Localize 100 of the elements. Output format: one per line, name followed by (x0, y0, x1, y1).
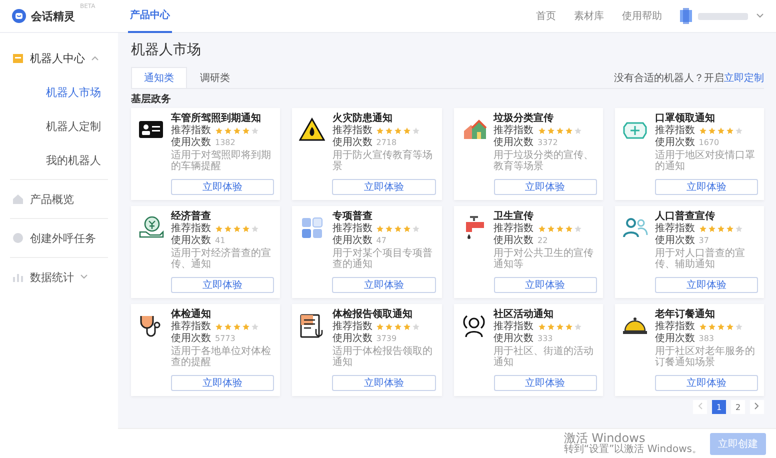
rating-label: 推荐指数 (332, 125, 372, 137)
rating-label: 推荐指数 (171, 321, 211, 333)
logo-text: 会话精灵 (31, 8, 75, 24)
card-title: 口罩领取通知 (654, 113, 716, 124)
page-button[interactable]: 1 (712, 400, 726, 414)
usage-label: 使用次数 (494, 333, 534, 345)
rating-label: 推荐指数 (654, 223, 695, 235)
group-icon (460, 313, 486, 338)
usage-count: 1382 (215, 137, 236, 149)
usage-label: 使用次数 (494, 137, 534, 149)
card-title: 卫生宣传 (494, 211, 534, 222)
card-title: 体检报告领取通知 (332, 309, 414, 320)
usage-label: 使用次数 (332, 137, 372, 149)
sidebar-subitem[interactable]: 机器人市场 (0, 75, 118, 109)
home-icon (12, 193, 24, 205)
try-button[interactable]: 立即体验 (171, 179, 274, 195)
chevron-up-icon (91, 55, 99, 61)
category-tab[interactable]: 通知类 (131, 67, 187, 88)
activation-title: 激活 Windows (564, 432, 646, 444)
report-icon (299, 313, 326, 338)
card-title: 社区活动通知 (494, 309, 554, 320)
card-description: 用于对公共卫生的宣传通知等 (494, 248, 594, 272)
usage-label: 使用次数 (171, 137, 211, 149)
card-description: 用于垃圾分类的宣传、教育等场景 (494, 150, 594, 174)
try-button[interactable]: 立即体验 (171, 375, 274, 391)
card-title: 人口普查宣传 (654, 211, 716, 222)
sidebar-item[interactable]: 产品概览 (0, 182, 118, 216)
card-description: 适用于地区对疫情口罩的通知 (654, 150, 756, 174)
people-icon (622, 215, 648, 240)
sidebar-subitem[interactable]: 机器人定制 (0, 109, 118, 143)
usage-count: 47 (376, 235, 386, 247)
rating-label: 推荐指数 (494, 321, 534, 333)
rating-label: 推荐指数 (332, 223, 372, 235)
try-button[interactable]: 立即体验 (654, 375, 758, 391)
try-button[interactable]: 立即体验 (494, 277, 597, 293)
money-hand-icon (138, 215, 164, 240)
nav-link[interactable]: 使用帮助 (622, 9, 662, 23)
card-description: 适用于对驾照即将到期的车辆提醒 (171, 150, 272, 174)
try-button[interactable]: 立即体验 (332, 277, 436, 293)
usage-count: 3739 (376, 333, 397, 345)
card-description: 适用于体检报告领取的通知 (332, 346, 434, 370)
try-button[interactable]: 立即体验 (332, 375, 436, 391)
usage-count: 41 (215, 235, 226, 247)
blocks-icon (299, 215, 326, 240)
usage-label: 使用次数 (332, 333, 372, 345)
usage-count: 333 (538, 333, 553, 345)
usage-label: 使用次数 (171, 235, 211, 247)
card-title: 经济普查 (171, 211, 212, 222)
rating-label: 推荐指数 (171, 223, 211, 235)
try-button[interactable]: 立即体验 (332, 179, 436, 195)
usage-label: 使用次数 (654, 235, 695, 247)
usage-label: 使用次数 (654, 333, 695, 345)
usage-count: 3372 (538, 137, 558, 149)
usage-count: 5773 (215, 333, 236, 345)
try-button[interactable]: 立即体验 (494, 375, 597, 391)
chevron-down-icon[interactable] (756, 13, 764, 19)
try-button[interactable]: 立即体验 (654, 179, 758, 195)
card-description: 适用于对经济普查的宣传、通知 (171, 248, 272, 272)
chevron-left-icon (697, 402, 703, 410)
try-button[interactable]: 立即体验 (654, 277, 758, 293)
card-title: 专项普查 (332, 211, 374, 222)
page-button[interactable]: 2 (731, 400, 745, 414)
sidebar-subitem[interactable]: 我的机器人 (0, 143, 118, 177)
nav-tab[interactable]: 产品中心 (128, 0, 172, 32)
rating-label: 推荐指数 (654, 125, 695, 137)
usage-label: 使用次数 (654, 137, 695, 149)
section-title: 基层政务 (131, 92, 172, 106)
prev-page-button[interactable] (693, 400, 707, 414)
card-title: 老年订餐通知 (654, 309, 716, 320)
fire-warning-icon (299, 117, 326, 142)
next-page-button[interactable] (750, 400, 764, 414)
rating-label: 推荐指数 (654, 321, 695, 333)
nav-link[interactable]: 首页 (536, 9, 556, 23)
sidebar-item[interactable]: 创建外呼任务 (0, 221, 118, 255)
user-avatar[interactable] (680, 8, 750, 24)
usage-count: 1670 (698, 137, 720, 149)
try-button[interactable]: 立即体验 (494, 179, 597, 195)
logo-icon (12, 9, 26, 23)
sidebar-item[interactable]: 机器人中心 (0, 41, 118, 75)
card-description: 用于社区、街道的活动通知 (494, 346, 594, 370)
chevron-down-icon (80, 274, 88, 280)
card-title: 垃圾分类宣传 (494, 113, 554, 124)
try-button[interactable]: 立即体验 (171, 277, 274, 293)
customize-link[interactable]: 立即定制 (724, 73, 764, 84)
hint-text: 没有合适的机器人？开启 (614, 73, 724, 84)
circle-icon (12, 232, 24, 244)
usage-label: 使用次数 (171, 333, 211, 345)
sidebar-item[interactable]: 数据统计 (0, 260, 118, 294)
nav-link[interactable]: 素材库 (574, 9, 604, 23)
card-title: 体检通知 (171, 309, 212, 320)
usage-count: 22 (538, 235, 548, 247)
usage-count: 2718 (376, 137, 397, 149)
usage-count: 37 (698, 235, 709, 247)
usage-label: 使用次数 (494, 235, 534, 247)
activation-text: 转到“设置”以激活 Windows。 (564, 444, 702, 456)
usage-count: 383 (698, 333, 714, 345)
card-description: 用于防火宣传教育等场景 (332, 150, 434, 174)
chevron-right-icon (754, 402, 760, 410)
rating-label: 推荐指数 (494, 125, 534, 137)
card-description: 用于对某个项目专项普查的通知 (332, 248, 434, 272)
